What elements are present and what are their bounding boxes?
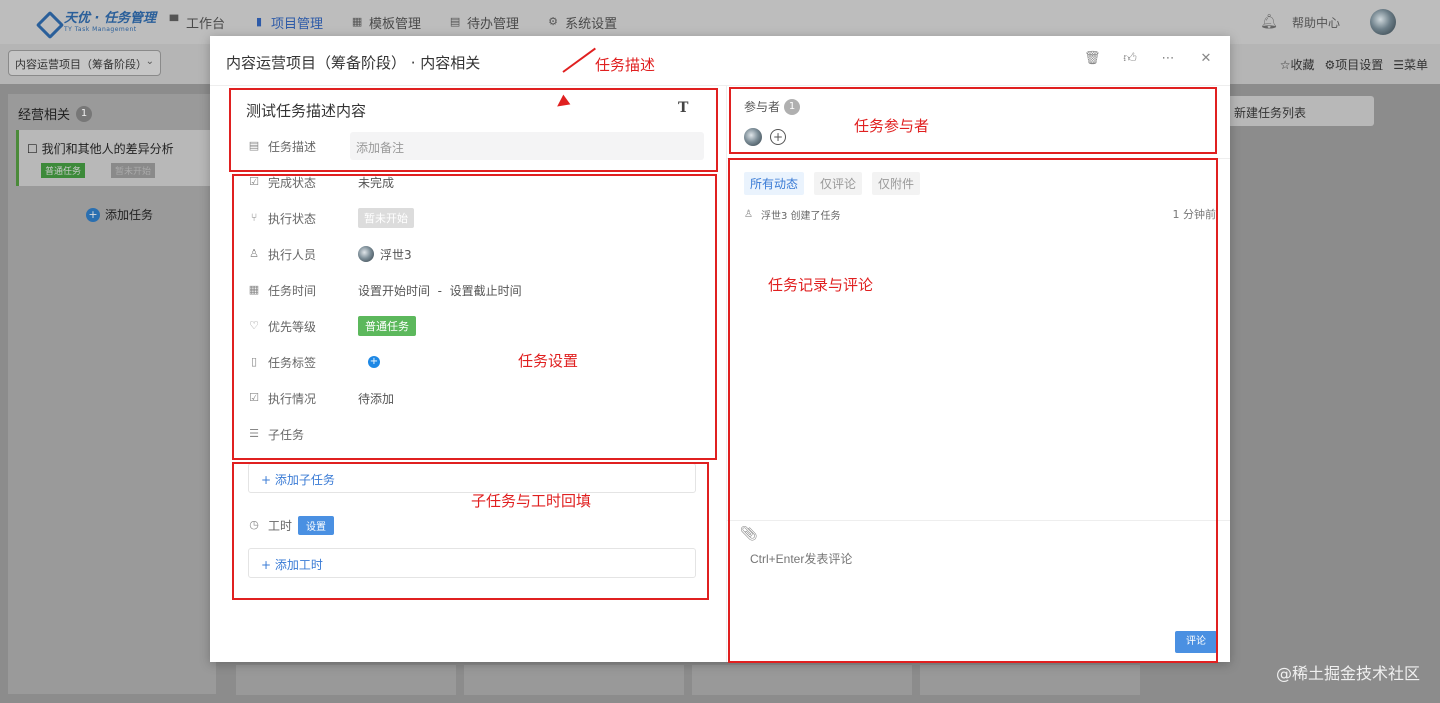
more-icon[interactable]: ⋯ <box>1160 51 1176 67</box>
plus-icon: + <box>86 207 100 222</box>
bg-column-footer <box>692 665 912 695</box>
thumbs-up-icon[interactable]: 👍︎ <box>1122 51 1138 67</box>
annotation-box-participants <box>729 87 1217 154</box>
panel-divider <box>726 86 727 662</box>
add-task-label: 添加任务 <box>105 208 154 222</box>
task-card[interactable]: ☐ 我们和其他人的差异分析 普通任务 暂未开始 <box>16 130 216 186</box>
annotation-box-description <box>229 88 718 172</box>
task-card-title: ☐ 我们和其他人的差异分析 <box>27 142 174 156</box>
user-avatar[interactable] <box>1370 9 1396 35</box>
nav-label: 系统设置 <box>565 16 618 32</box>
board-column: 经营相关 1 ☐ 我们和其他人的差异分析 普通任务 暂未开始 + 添加任务 <box>8 94 216 694</box>
modal-title: 内容运营项目（筹备阶段） · 内容相关 <box>226 54 481 72</box>
grid-icon: ▦ <box>351 15 363 28</box>
new-task-list-button[interactable]: 新建任务列表 <box>1222 96 1374 126</box>
monitor-icon: ▀ <box>169 15 179 28</box>
nav-item-templates[interactable]: ▦ 模板管理 <box>351 13 421 32</box>
bell-icon[interactable]: 🔔︎ <box>1260 13 1278 31</box>
favorite-button[interactable]: ☆收藏 <box>1280 56 1315 73</box>
clipboard-icon: ▮ <box>255 15 263 28</box>
nav-item-todo[interactable]: ▤ 待办管理 <box>449 13 519 32</box>
logo-subtext: TY Task Management <box>64 25 137 33</box>
nav-item-projects[interactable]: ▮ 项目管理 <box>253 13 323 32</box>
annotation-box-records <box>728 158 1218 663</box>
annotation-label-settings: 任务设置 <box>518 352 579 370</box>
nav-label: 工作台 <box>186 16 226 32</box>
close-icon[interactable]: ✕ <box>1198 51 1214 67</box>
annotation-label-subtasks: 子任务与工时回填 <box>471 492 592 510</box>
project-select[interactable]: 内容运营项目（筹备阶段） ⌄ <box>8 50 161 76</box>
modal-header: 内容运营项目（筹备阶段） · 内容相关 🗑︎ 👍︎ ⋯ ✕ <box>210 36 1230 86</box>
nav-item-settings[interactable]: ⚙ 系统设置 <box>547 13 617 32</box>
app-logo[interactable]: 天优 · 任务管理 TY Task Management <box>38 10 158 33</box>
logo-text: 天优 · 任务管理 <box>64 10 156 26</box>
annotation-label-participants: 任务参与者 <box>854 117 930 135</box>
gear-icon: ⚙ <box>548 15 558 28</box>
trash-icon[interactable]: 🗑︎ <box>1084 51 1101 67</box>
annotation-box-subtasks <box>232 462 709 600</box>
annotation-label-description: 任务描述 <box>595 56 656 74</box>
nav-label: 模板管理 <box>369 16 422 32</box>
nav-label: 待办管理 <box>467 16 520 32</box>
column-count-badge: 1 <box>76 105 93 122</box>
nav-label: 项目管理 <box>271 16 324 32</box>
nav-item-workbench[interactable]: ▀ 工作台 <box>168 13 225 32</box>
bg-column-footer <box>236 665 456 695</box>
column-title: 经营相关 1 <box>18 104 93 123</box>
annotation-box-settings <box>232 174 717 460</box>
help-center-link[interactable]: 帮助中心 <box>1292 14 1340 31</box>
add-task-button[interactable]: + 添加任务 <box>86 206 153 223</box>
bg-column-footer <box>920 665 1140 695</box>
task-card-status-tag: 暂未开始 <box>111 163 156 178</box>
task-card-priority-tag: 普通任务 <box>41 163 86 178</box>
bg-column-footer <box>464 665 684 695</box>
project-settings-button[interactable]: ⚙项目设置 <box>1324 56 1383 73</box>
logo-icon <box>38 13 60 31</box>
main-nav: ▀ 工作台 ▮ 项目管理 ▦ 模板管理 ▤ 待办管理 ⚙ 系统设置 <box>168 13 645 32</box>
chevron-down-icon: ⌄ <box>145 56 154 67</box>
annotation-label-records: 任务记录与评论 <box>768 276 874 294</box>
menu-button[interactable]: ☰菜单 <box>1393 56 1428 73</box>
watermark: @稀土掘金技术社区 <box>1275 664 1420 683</box>
project-select-value: 内容运营项目（筹备阶段） <box>15 58 147 71</box>
calendar-icon: ▤ <box>449 15 461 28</box>
column-title-text: 经营相关 <box>18 108 71 123</box>
